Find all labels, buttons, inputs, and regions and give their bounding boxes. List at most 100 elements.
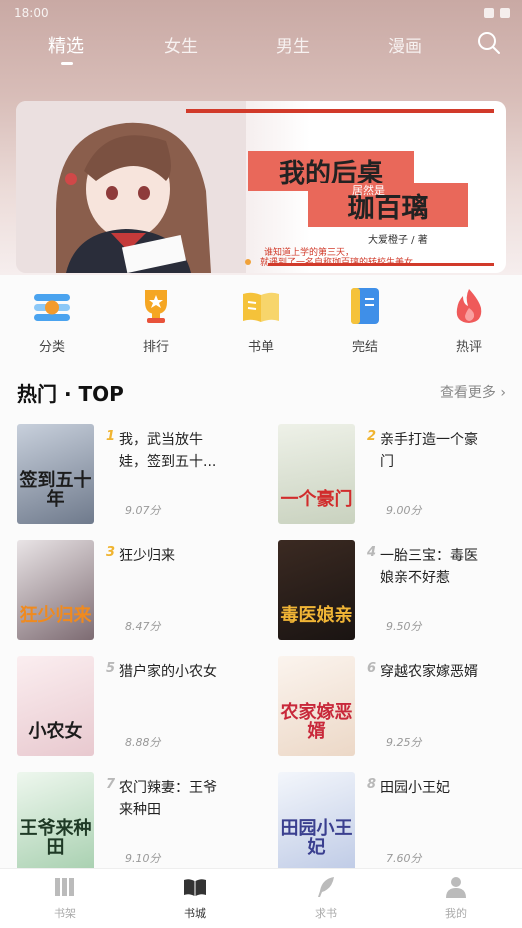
see-more-link[interactable]: 查看更多 › — [440, 382, 506, 402]
banner-title-line2: 珈百璃 — [308, 183, 468, 227]
book-item[interactable]: 田园小王妃 8 田园小王妃 7.60分 — [278, 772, 518, 872]
book-score: 9.25分 — [386, 736, 422, 749]
book-cover: 小农女 — [17, 656, 94, 756]
banner-decor-line — [268, 263, 494, 266]
quick-link-booklist[interactable]: 书单 — [226, 282, 296, 355]
booklist-icon — [241, 286, 281, 326]
book-cover: 毒医娘亲 — [278, 540, 355, 640]
tab-featured[interactable]: 精选 — [48, 32, 84, 58]
book-title: 狂少归来 — [119, 548, 175, 564]
finished-book-icon — [345, 286, 385, 326]
book-rank: 7 — [106, 777, 116, 792]
tab-male[interactable]: 男生 — [276, 32, 310, 57]
tab-female[interactable]: 女生 — [164, 32, 198, 57]
active-tab-indicator — [61, 62, 73, 65]
book-item[interactable]: 签到五十年 1 我，武当放牛娃，签到五十... 9.07分 — [17, 424, 257, 524]
tab-bookstore[interactable]: 书城 — [160, 875, 230, 921]
tab-label: 我的 — [445, 907, 467, 920]
tab-comics[interactable]: 漫画 — [388, 32, 422, 57]
cover-title: 小农女 — [28, 721, 83, 743]
book-cover: 农家嫁恶婿 — [278, 656, 355, 756]
status-icons — [484, 8, 510, 18]
status-time: 18:00 — [14, 6, 49, 20]
category-icon — [32, 286, 72, 326]
book-cover: 一个豪门 — [278, 424, 355, 524]
tab-label: 求书 — [315, 907, 337, 920]
book-item[interactable]: 农家嫁恶婿 6 穿越农家嫁恶婿 9.25分 — [278, 656, 518, 756]
book-cover: 签到五十年 — [17, 424, 94, 524]
quick-link-label: 排行 — [142, 340, 169, 355]
book-title: 穿越农家嫁恶婿 — [380, 664, 478, 680]
quick-link-label: 书单 — [247, 340, 274, 355]
book-score: 9.50分 — [386, 620, 422, 633]
book-title: 猎户家的小农女 — [119, 664, 217, 680]
flame-icon — [449, 286, 489, 326]
user-icon — [444, 875, 468, 899]
cover-title: 王爷来种田 — [19, 818, 92, 859]
book-score: 9.00分 — [386, 504, 422, 517]
banner-description: 就遇到了一名自称珈百璃的转校生美女 — [260, 255, 413, 268]
cover-title: 一个豪门 — [280, 489, 353, 511]
bottom-tab-bar: 书架 书城 求书 我的 — [0, 868, 522, 928]
banner-illustration — [16, 101, 246, 273]
book-rank: 4 — [367, 545, 377, 560]
quick-link-ranking[interactable]: 排行 — [121, 282, 191, 355]
bookshelf-icon — [53, 875, 77, 899]
quick-link-label: 热评 — [455, 340, 482, 355]
cover-title: 签到五十年 — [19, 470, 92, 511]
tab-label: 书城 — [184, 907, 206, 920]
book-score: 7.60分 — [386, 852, 422, 865]
tab-profile[interactable]: 我的 — [421, 875, 491, 921]
book-title: 我，武当放牛娃，签到五十... — [119, 432, 217, 470]
book-title: 一胎三宝：毒医娘亲不好惹 — [380, 548, 478, 586]
book-score: 8.88分 — [125, 736, 161, 749]
quick-link-hot-reviews[interactable]: 热评 — [434, 282, 504, 355]
tab-request-book[interactable]: 求书 — [291, 875, 361, 921]
banner-author: 大爱橙子 / 著 — [368, 235, 428, 246]
cover-title: 毒医娘亲 — [280, 605, 353, 627]
quick-link-finished[interactable]: 完结 — [330, 282, 400, 355]
book-rank: 5 — [106, 661, 116, 676]
tab-bookshelf[interactable]: 书架 — [30, 875, 100, 921]
cover-title: 田园小王妃 — [280, 818, 353, 859]
quick-link-label: 分类 — [38, 340, 65, 355]
tab-label: 书架 — [54, 907, 76, 920]
status-bar: 18:00 — [0, 0, 522, 28]
book-score: 9.10分 — [125, 852, 161, 865]
quick-link-label: 完结 — [351, 340, 378, 355]
book-item[interactable]: 一个豪门 2 亲手打造一个豪门 9.00分 — [278, 424, 518, 524]
quick-links: 分类 排行 书单 完结 热评 — [0, 282, 522, 355]
book-cover: 狂少归来 — [17, 540, 94, 640]
cover-title: 农家嫁恶婿 — [280, 702, 353, 743]
book-score: 8.47分 — [125, 620, 161, 633]
chevron-right-icon: › — [500, 385, 506, 401]
book-title: 田园小王妃 — [380, 780, 450, 796]
quick-link-category[interactable]: 分类 — [17, 282, 87, 355]
book-title: 亲手打造一个豪门 — [380, 432, 478, 470]
book-item[interactable]: 王爷来种田 7 农门辣妻：王爷来种田 9.10分 — [17, 772, 257, 872]
book-cover: 田园小王妃 — [278, 772, 355, 872]
see-more-label: 查看更多 — [439, 385, 496, 401]
banner-subtitle: 居然是 — [352, 184, 385, 197]
book-item[interactable]: 狂少归来 3 狂少归来 8.47分 — [17, 540, 257, 640]
section-title: 热门 · TOP — [17, 382, 124, 406]
open-book-icon — [183, 875, 207, 899]
book-item[interactable]: 毒医娘亲 4 一胎三宝：毒医娘亲不好惹 9.50分 — [278, 540, 518, 640]
book-rank: 6 — [367, 661, 377, 676]
book-rank: 8 — [367, 777, 377, 792]
trophy-icon — [136, 286, 176, 326]
carousel-indicator — [245, 259, 251, 265]
book-item[interactable]: 小农女 5 猎户家的小农女 8.88分 — [17, 656, 257, 756]
book-title: 农门辣妻：王爷来种田 — [119, 780, 217, 818]
banner-decor-line — [186, 109, 494, 113]
cover-title: 狂少归来 — [19, 605, 92, 627]
search-icon[interactable] — [476, 30, 502, 56]
feather-icon — [314, 875, 338, 899]
book-rank: 1 — [106, 429, 116, 444]
channel-tabs: 精选 女生 男生 漫画 — [0, 28, 522, 72]
book-score: 9.07分 — [125, 504, 161, 517]
book-rank: 2 — [367, 429, 377, 444]
book-cover: 王爷来种田 — [17, 772, 94, 872]
book-rank: 3 — [106, 545, 116, 560]
promo-banner[interactable]: 我的后桌 珈百璃 居然是 大爱橙子 / 著 谁知道上学的第三天， 就遇到了一名自… — [16, 101, 506, 273]
